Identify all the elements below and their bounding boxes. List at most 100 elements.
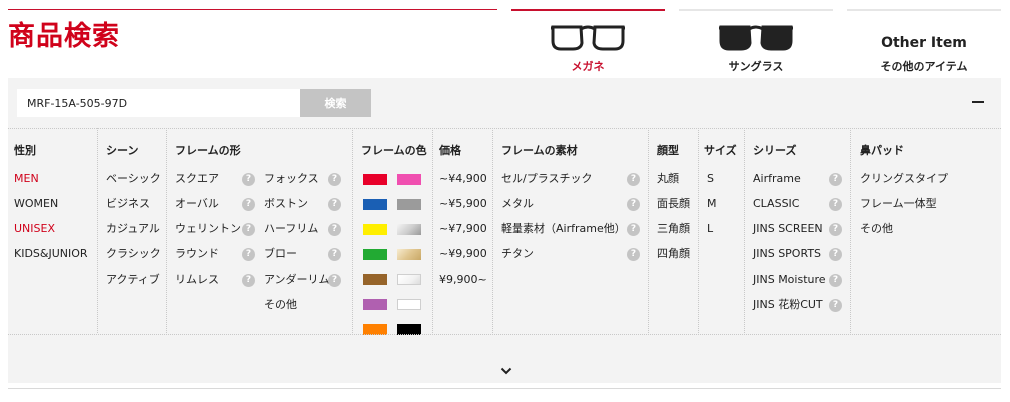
color-swatch[interactable] (363, 199, 387, 210)
help-icon[interactable]: ? (328, 223, 341, 236)
filter-scene-item[interactable]: ベーシック (106, 172, 161, 186)
filter-shape-item[interactable]: その他 (264, 298, 297, 312)
filter-series-item[interactable]: JINS SPORTS (753, 247, 821, 261)
filter-gender-kids[interactable]: KIDS&JUNIOR (14, 247, 88, 261)
column-divider (648, 128, 649, 333)
filter-price-item[interactable]: ~¥7,900 (439, 222, 487, 236)
help-icon[interactable]: ? (242, 173, 255, 186)
tab-sunglasses[interactable]: サングラス (679, 9, 833, 77)
filter-heading-face: 顔型 (657, 144, 679, 157)
filter-scene-item[interactable]: カジュアル (106, 222, 160, 236)
filter-shape-item[interactable]: ウェリントン (175, 222, 241, 236)
filter-size-item[interactable]: L (707, 222, 713, 236)
filter-material-item[interactable]: 軽量素材（Airframe他） (501, 222, 626, 236)
filter-heading-color: フレームの色 (361, 144, 427, 157)
chevron-down-icon[interactable] (500, 360, 512, 379)
filter-material-item[interactable]: セル/プラスチック (501, 172, 593, 186)
filter-price-item[interactable]: ~¥5,900 (439, 197, 487, 211)
filter-price-item[interactable]: ~¥9,900 (439, 247, 487, 261)
help-icon[interactable]: ? (627, 223, 640, 236)
column-divider (850, 128, 851, 333)
filter-nosepad-item[interactable]: その他 (860, 222, 893, 236)
column-divider (97, 128, 98, 333)
color-swatch[interactable] (363, 299, 387, 310)
color-swatch[interactable] (397, 249, 421, 260)
color-swatch[interactable] (397, 299, 421, 310)
tab-sunglasses-label: サングラス (728, 60, 784, 73)
color-swatch[interactable] (397, 274, 421, 285)
help-icon[interactable]: ? (328, 198, 341, 211)
filter-series-item[interactable]: JINS 花粉CUT (753, 298, 823, 312)
filter-nosepad-item[interactable]: フレーム一体型 (860, 197, 937, 211)
filter-series-item[interactable]: JINS SCREEN (753, 222, 823, 236)
help-icon[interactable]: ? (328, 274, 341, 287)
filter-nosepad-item[interactable]: クリングスタイプ (860, 172, 948, 186)
filter-shape-item[interactable]: アンダーリム (264, 273, 330, 287)
color-swatch[interactable] (397, 199, 421, 210)
header-line (8, 9, 497, 10)
tab-other-item[interactable]: Other Item その他のアイテム (847, 9, 1001, 77)
help-icon[interactable]: ? (627, 198, 640, 211)
filter-heading-shape: フレームの形 (175, 144, 241, 157)
search-button[interactable]: 検索 (300, 89, 371, 117)
filter-gender-men[interactable]: MEN (14, 172, 39, 186)
search-input[interactable] (17, 89, 300, 117)
color-swatch[interactable] (363, 224, 387, 235)
help-icon[interactable]: ? (627, 173, 640, 186)
filter-scene-item[interactable]: クラシック (106, 247, 161, 261)
filter-face-item[interactable]: 面長顔 (657, 197, 690, 211)
column-divider (698, 128, 699, 333)
filter-gender-unisex[interactable]: UNISEX (14, 222, 55, 236)
filter-heading-price: 価格 (439, 144, 461, 157)
filter-series-item[interactable]: JINS Moisture (753, 273, 826, 287)
color-swatch[interactable] (397, 174, 421, 185)
filter-size-item[interactable]: M (707, 197, 717, 211)
filter-shape-item[interactable]: ハーフリム (264, 222, 318, 236)
color-swatch[interactable] (363, 174, 387, 185)
filter-heading-gender: 性別 (14, 144, 36, 157)
filter-shape-item[interactable]: フォックス (264, 172, 319, 186)
help-icon[interactable]: ? (829, 299, 842, 312)
sunglasses-icon (719, 21, 793, 55)
help-icon[interactable]: ? (829, 248, 842, 261)
help-icon[interactable]: ? (328, 173, 341, 186)
help-icon[interactable]: ? (242, 223, 255, 236)
filter-shape-item[interactable]: ブロー (264, 247, 297, 261)
color-swatch[interactable] (363, 249, 387, 260)
filter-face-item[interactable]: 三角顔 (657, 222, 690, 236)
filter-shape-item[interactable]: リムレス (175, 273, 219, 287)
help-icon[interactable]: ? (242, 198, 255, 211)
help-icon[interactable]: ? (829, 173, 842, 186)
filter-shape-item[interactable]: オーバル (175, 197, 219, 211)
filter-shape-item[interactable]: スクエア (175, 172, 219, 186)
help-icon[interactable]: ? (242, 248, 255, 261)
filter-price-item[interactable]: ~¥4,900 (439, 172, 487, 186)
filter-shape-item[interactable]: ボストン (264, 197, 308, 211)
filter-gender-women[interactable]: WOMEN (14, 197, 58, 211)
filter-face-item[interactable]: 丸顔 (657, 172, 679, 186)
filter-series-item[interactable]: CLASSIC (753, 197, 799, 211)
filter-size-item[interactable]: S (707, 172, 714, 186)
filter-scene-item[interactable]: アクティブ (106, 273, 160, 287)
help-icon[interactable]: ? (829, 198, 842, 211)
column-divider (352, 128, 353, 333)
help-icon[interactable]: ? (242, 274, 255, 287)
filter-series-item[interactable]: Airframe (753, 172, 801, 186)
help-icon[interactable]: ? (829, 274, 842, 287)
help-icon[interactable]: ? (328, 248, 341, 261)
filter-scene-item[interactable]: ビジネス (106, 197, 150, 211)
filter-price-item[interactable]: ¥9,900~ (439, 273, 487, 287)
help-icon[interactable]: ? (829, 223, 842, 236)
help-icon[interactable]: ? (627, 248, 640, 261)
filter-material-item[interactable]: チタン (501, 247, 534, 261)
search-panel: 検索 性別 MEN WOMEN UNISEX KIDS&JUNIOR シーン ベ… (8, 78, 1001, 383)
color-swatch[interactable] (363, 274, 387, 285)
footer-line (8, 388, 1001, 389)
tab-glasses[interactable]: メガネ (511, 9, 665, 77)
tab-other-item-label: その他のアイテム (880, 60, 968, 73)
color-swatch[interactable] (397, 224, 421, 235)
filter-face-item[interactable]: 四角顔 (657, 247, 690, 261)
filter-material-item[interactable]: メタル (501, 197, 534, 211)
collapse-icon[interactable] (972, 101, 984, 103)
filter-shape-item[interactable]: ラウンド (175, 247, 219, 261)
